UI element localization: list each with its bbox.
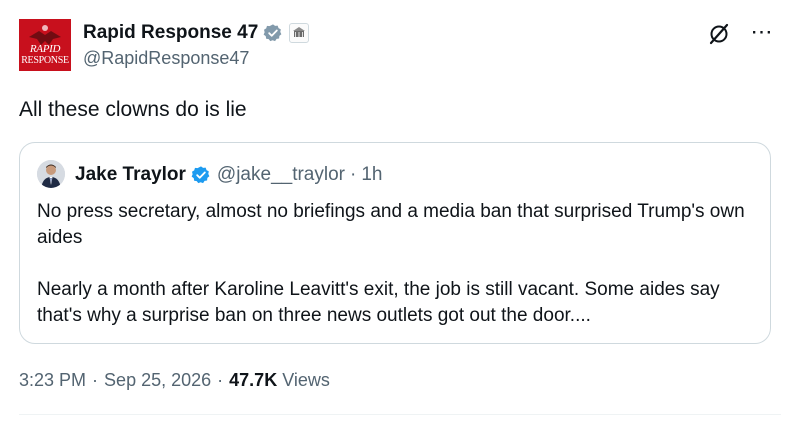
quoted-paragraph-2: Nearly a month after Karoline Leavitt's … (37, 279, 720, 326)
quoted-header: Jake Traylor @jake__traylor · 1h (75, 163, 382, 187)
verified-badge-icon[interactable] (191, 165, 211, 185)
post-time[interactable]: 3:23 PM (19, 370, 86, 391)
verified-badge-icon[interactable] (263, 23, 283, 43)
dot-separator: · (217, 370, 224, 390)
views-count[interactable]: 47.7K (229, 370, 277, 391)
author-avatar[interactable]: RAPID RESPONSE (19, 19, 71, 71)
views-label[interactable]: Views (282, 370, 330, 391)
white-house-seal-icon[interactable] (289, 23, 310, 43)
author-name-row: Rapid Response 47 (83, 21, 310, 45)
tweet-meta: 3:23 PM · Sep 25, 2026 · 47.7K Views (19, 370, 330, 391)
author-display-name[interactable]: Rapid Response 47 (83, 22, 258, 44)
tweet: RAPID RESPONSE Rapid Response 47 @RapidR… (0, 0, 800, 427)
quoted-tweet-text: No press secretary, almost no briefings … (37, 199, 757, 329)
quoted-timestamp[interactable]: 1h (361, 164, 382, 186)
grok-icon[interactable] (707, 22, 731, 46)
quoted-tweet[interactable]: Jake Traylor @jake__traylor · 1h No pres… (19, 142, 771, 344)
more-options-icon[interactable]: ⋯ (748, 20, 776, 44)
quoted-author-avatar[interactable] (37, 160, 65, 188)
author-handle[interactable]: @RapidResponse47 (83, 48, 249, 69)
dot-separator: · (350, 164, 357, 185)
avatar-text-top: RAPID (29, 43, 61, 55)
quoted-display-name[interactable]: Jake Traylor (75, 164, 186, 186)
dot-separator: · (92, 370, 99, 390)
post-date[interactable]: Sep 25, 2026 (104, 370, 211, 391)
quoted-paragraph-1: No press secretary, almost no briefings … (37, 201, 745, 248)
tweet-text: All these clowns do is lie (19, 98, 247, 121)
avatar-text-bottom: RESPONSE (21, 55, 69, 66)
divider (19, 414, 781, 415)
quoted-handle[interactable]: @jake__traylor (217, 164, 345, 186)
